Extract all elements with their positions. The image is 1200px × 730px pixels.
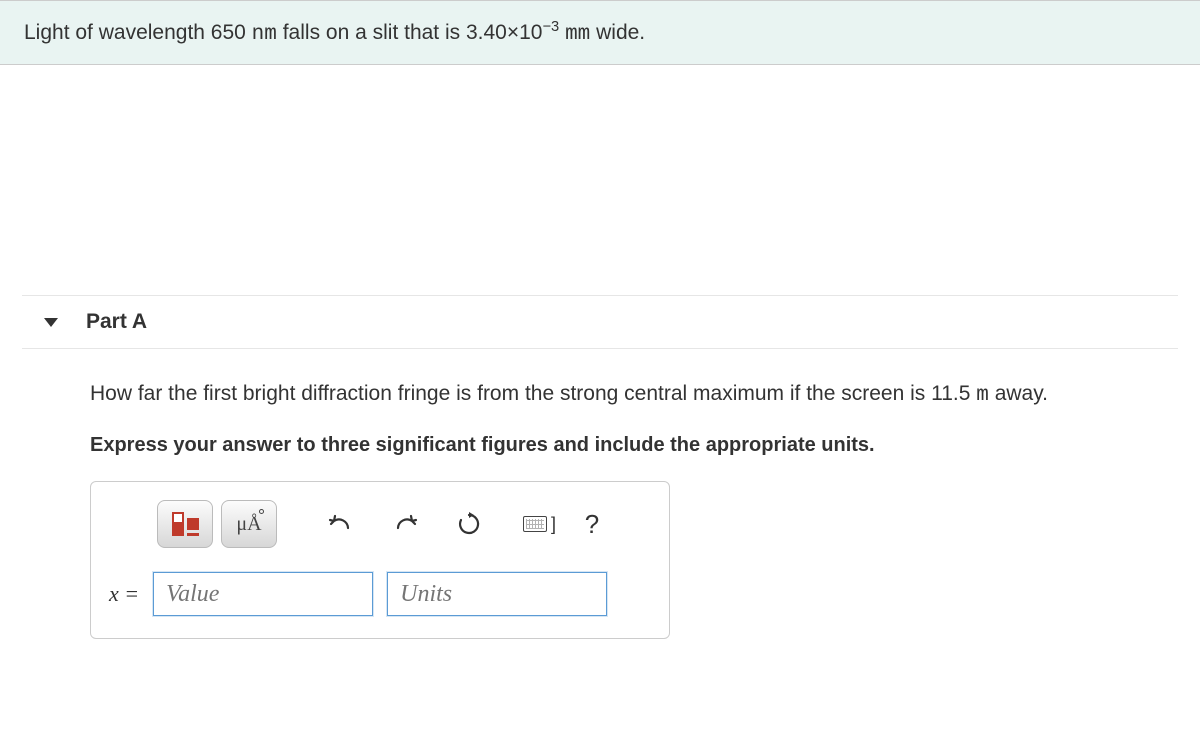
part-title: Part A: [86, 310, 147, 334]
redo-icon: [392, 513, 418, 535]
spacer: [0, 65, 1200, 295]
answer-input-row: x =: [109, 572, 651, 616]
question-post: away.: [989, 382, 1048, 405]
symbols-icon: μÅ: [236, 513, 261, 536]
exponent: −3: [542, 19, 559, 35]
reset-button[interactable]: [441, 500, 497, 548]
part-header[interactable]: Part A: [22, 295, 1178, 349]
variable-label: x =: [109, 581, 139, 607]
equation-toolbar: μÅ: [109, 500, 651, 548]
undo-button[interactable]: [313, 500, 369, 548]
help-button[interactable]: ?: [564, 500, 620, 548]
problem-text-1: Light of wavelength 650: [24, 21, 252, 44]
problem-text-3: wide.: [590, 21, 645, 44]
unit-mm: mm: [565, 23, 590, 46]
templates-icon: [172, 512, 199, 536]
help-icon: ?: [585, 509, 599, 540]
question-block: How far the first bright diffraction fri…: [0, 349, 1200, 639]
chevron-down-icon: [44, 318, 58, 327]
units-input[interactable]: [387, 572, 607, 616]
keyboard-icon: [523, 516, 547, 532]
problem-text-2: falls on a slit that is 3.40×10: [277, 21, 543, 44]
question-unit: m: [976, 384, 989, 407]
unit-nm: nm: [252, 23, 277, 46]
question-text: How far the first bright diffraction fri…: [90, 379, 1178, 410]
undo-icon: [328, 513, 354, 535]
keyboard-button[interactable]: ]: [523, 500, 556, 548]
answer-box: μÅ: [90, 481, 670, 639]
symbols-button[interactable]: μÅ: [221, 500, 277, 548]
question-pre: How far the first bright diffraction fri…: [90, 382, 976, 405]
templates-button[interactable]: [157, 500, 213, 548]
value-input[interactable]: [153, 572, 373, 616]
redo-button[interactable]: [377, 500, 433, 548]
problem-statement: Light of wavelength 650 nm falls on a sl…: [0, 0, 1200, 65]
reset-icon: [456, 511, 482, 537]
answer-instruction: Express your answer to three significant…: [90, 434, 1178, 457]
